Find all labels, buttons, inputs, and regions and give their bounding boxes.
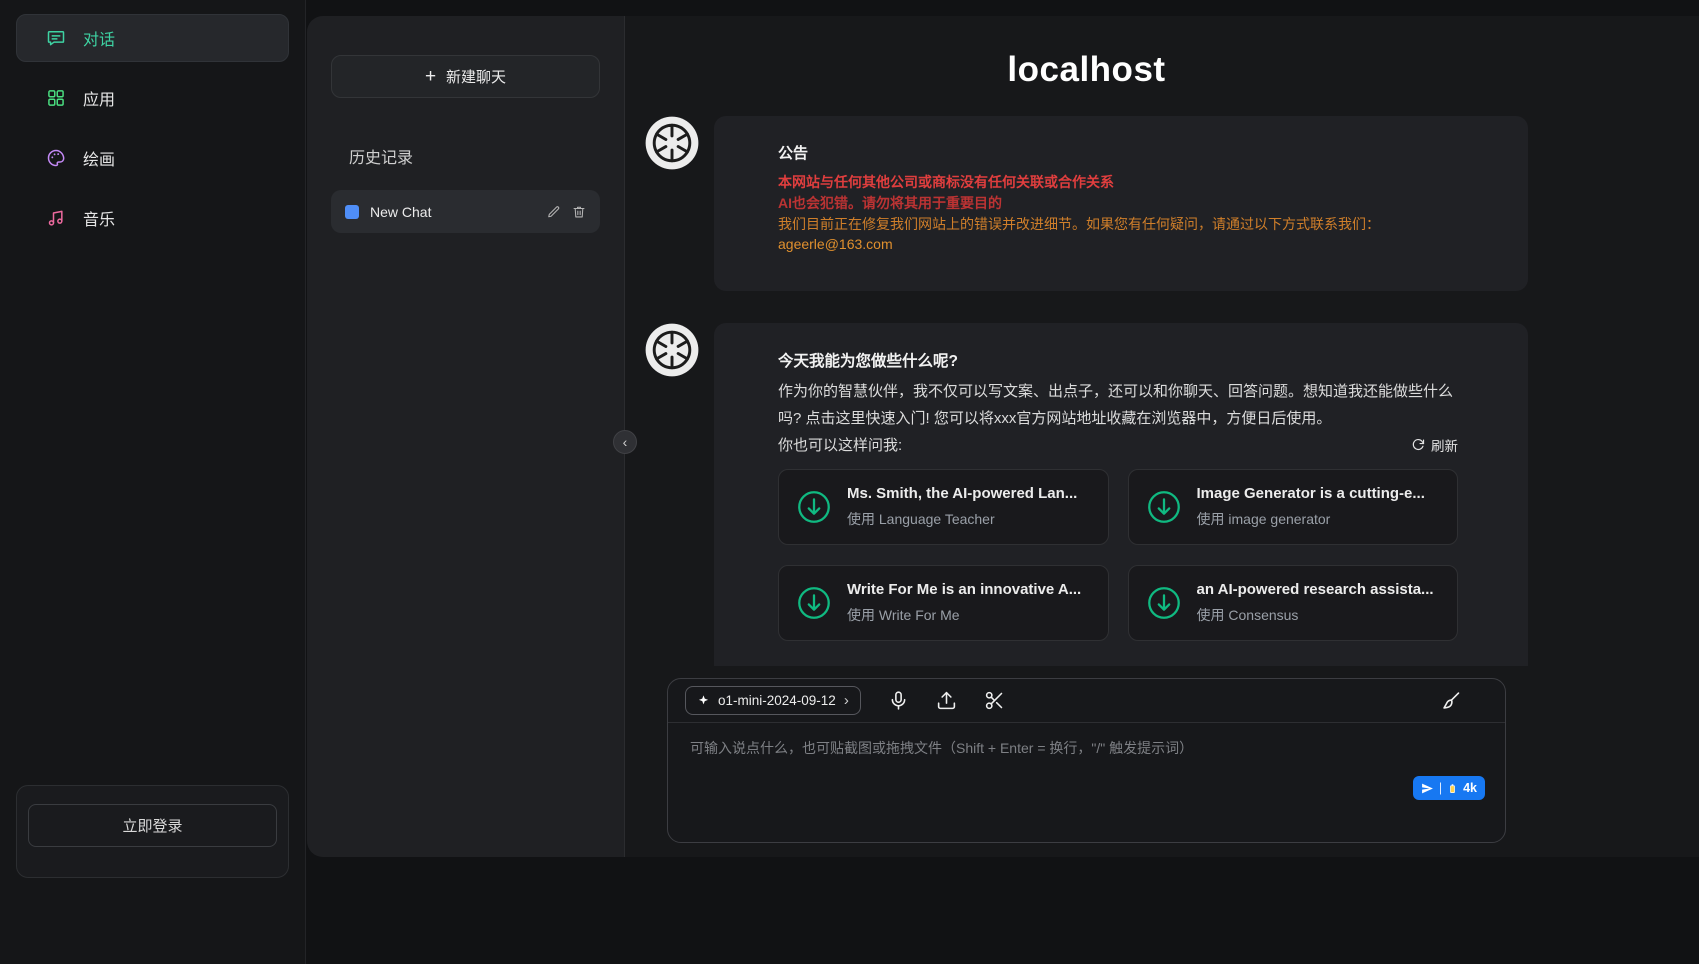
chat-main: ‹ localhost: [625, 16, 1699, 857]
music-note-icon: [46, 208, 66, 228]
suggestion-subtitle: 使用 image generator: [1197, 509, 1425, 529]
chat-message-area: localhost: [645, 16, 1528, 666]
microphone-icon[interactable]: [888, 690, 909, 711]
suggestion-subtitle: 使用 Consensus: [1197, 605, 1434, 625]
announcement-line-2: AI也会犯错。请勿将其用于重要目的: [778, 193, 1458, 214]
chat-bubble-icon: [46, 28, 66, 48]
page-title: localhost: [645, 50, 1528, 90]
plus-icon: +: [425, 66, 436, 88]
suggestion-title: Write For Me is an innovative A...: [847, 581, 1081, 598]
sidebar-item-label: 绘画: [83, 146, 115, 170]
send-button[interactable]: | 4k: [1413, 776, 1485, 800]
chat-history-item[interactable]: New Chat: [331, 190, 600, 233]
message-input[interactable]: [668, 723, 1505, 842]
delete-icon[interactable]: [572, 205, 586, 219]
announcement-line-1: 本网站与任何其他公司或商标没有任何关联或合作关系: [778, 172, 1458, 193]
model-selector[interactable]: o1-mini-2024-09-12 ›: [685, 686, 861, 715]
contact-email-link[interactable]: ageerle@163.com: [778, 234, 1458, 255]
chevron-right-icon: ›: [844, 693, 849, 708]
collapse-sidebar-button[interactable]: ‹: [613, 430, 637, 454]
sparkle-icon: [697, 694, 710, 707]
sidebar-item-music[interactable]: 音乐: [16, 194, 289, 242]
suggestion-title: Image Generator is a cutting-e...: [1197, 485, 1425, 502]
refresh-suggestions-button[interactable]: 刷新: [1411, 435, 1458, 455]
announcement-title: 公告: [778, 142, 1458, 163]
scissors-icon[interactable]: [984, 690, 1005, 711]
chat-list-panel: + 新建聊天 历史记录 New Chat: [307, 16, 625, 857]
openai-logo-icon: [645, 116, 699, 170]
chat-color-square: [345, 205, 359, 219]
suggestion-title: Ms. Smith, the AI-powered Lan...: [847, 485, 1077, 502]
sidebar-item-paint[interactable]: 绘画: [16, 134, 289, 182]
refresh-label: 刷新: [1431, 435, 1458, 455]
sidebar-item-label: 对话: [83, 26, 115, 50]
login-card: 立即登录: [16, 785, 289, 878]
clear-context-broom-icon[interactable]: [1441, 690, 1462, 711]
assistant-avatar: [645, 323, 699, 377]
openai-logo-icon: [645, 323, 699, 377]
app-panel: + 新建聊天 历史记录 New Chat ‹ localhost: [307, 16, 1699, 857]
send-plane-icon: [1421, 782, 1434, 795]
palette-icon: [46, 148, 66, 168]
announcement-line-3: 我们目前正在修复我们网站上的错误并改进细节。如果您有任何疑问，请通过以下方式联系…: [778, 214, 1458, 235]
suggestion-grid: Ms. Smith, the AI-powered Lan... 使用 Lang…: [778, 469, 1458, 641]
suggestion-card[interactable]: Image Generator is a cutting-e... 使用 ima…: [1128, 469, 1459, 545]
badge-divider: |: [1439, 781, 1442, 795]
gpt-download-icon: [795, 584, 833, 622]
token-count: 4k: [1463, 781, 1477, 795]
sidebar-item-chat[interactable]: 对话: [16, 14, 289, 62]
login-button[interactable]: 立即登录: [28, 804, 277, 847]
new-chat-label: 新建聊天: [446, 66, 506, 87]
composer: o1-mini-2024-09-12 ›: [667, 678, 1506, 843]
welcome-body: 作为你的智慧伙伴，我不仅可以写文案、出点子，还可以和你聊天、回答问题。想知道我还…: [778, 378, 1458, 432]
suggestion-title: an AI-powered research assista...: [1197, 581, 1434, 598]
composer-toolbar: o1-mini-2024-09-12 ›: [668, 679, 1505, 723]
suggestion-subtitle: 使用 Language Teacher: [847, 509, 1077, 529]
apps-grid-icon: [46, 88, 66, 108]
sidebar-item-apps[interactable]: 应用: [16, 74, 289, 122]
welcome-title: 今天我能为您做些什么呢?: [778, 349, 1458, 371]
welcome-hint: 你也可以这样问我:: [778, 434, 902, 455]
assistant-avatar: [645, 116, 699, 170]
model-label: o1-mini-2024-09-12: [718, 693, 836, 708]
announcement-bubble: 公告 本网站与任何其他公司或商标没有任何关联或合作关系 AI也会犯错。请勿将其用…: [714, 116, 1528, 291]
welcome-bubble: 今天我能为您做些什么呢? 作为你的智慧伙伴，我不仅可以写文案、出点子，还可以和你…: [714, 323, 1528, 666]
suggestion-card[interactable]: Ms. Smith, the AI-powered Lan... 使用 Lang…: [778, 469, 1109, 545]
chat-item-title: New Chat: [370, 204, 536, 220]
gpt-download-icon: [1145, 584, 1183, 622]
sidebar: 对话 应用 绘画 音乐 立即登录: [0, 0, 306, 964]
sidebar-item-label: 音乐: [83, 206, 115, 230]
new-chat-button[interactable]: + 新建聊天: [331, 55, 600, 98]
gpt-download-icon: [1145, 488, 1183, 526]
edit-icon[interactable]: [547, 205, 561, 219]
composer-input-area: | 4k: [668, 723, 1505, 842]
refresh-icon: [1411, 438, 1425, 452]
sidebar-item-label: 应用: [83, 86, 115, 110]
message-welcome: 今天我能为您做些什么呢? 作为你的智慧伙伴，我不仅可以写文案、出点子，还可以和你…: [645, 323, 1528, 666]
message-announcement: 公告 本网站与任何其他公司或商标没有任何关联或合作关系 AI也会犯错。请勿将其用…: [645, 116, 1528, 291]
history-title: 历史记录: [349, 144, 600, 168]
suggestion-subtitle: 使用 Write For Me: [847, 605, 1081, 625]
suggestion-card[interactable]: an AI-powered research assista... 使用 Con…: [1128, 565, 1459, 641]
suggestion-card[interactable]: Write For Me is an innovative A... 使用 Wr…: [778, 565, 1109, 641]
upload-icon[interactable]: [936, 690, 957, 711]
battery-token-icon: [1447, 782, 1458, 795]
gpt-download-icon: [795, 488, 833, 526]
